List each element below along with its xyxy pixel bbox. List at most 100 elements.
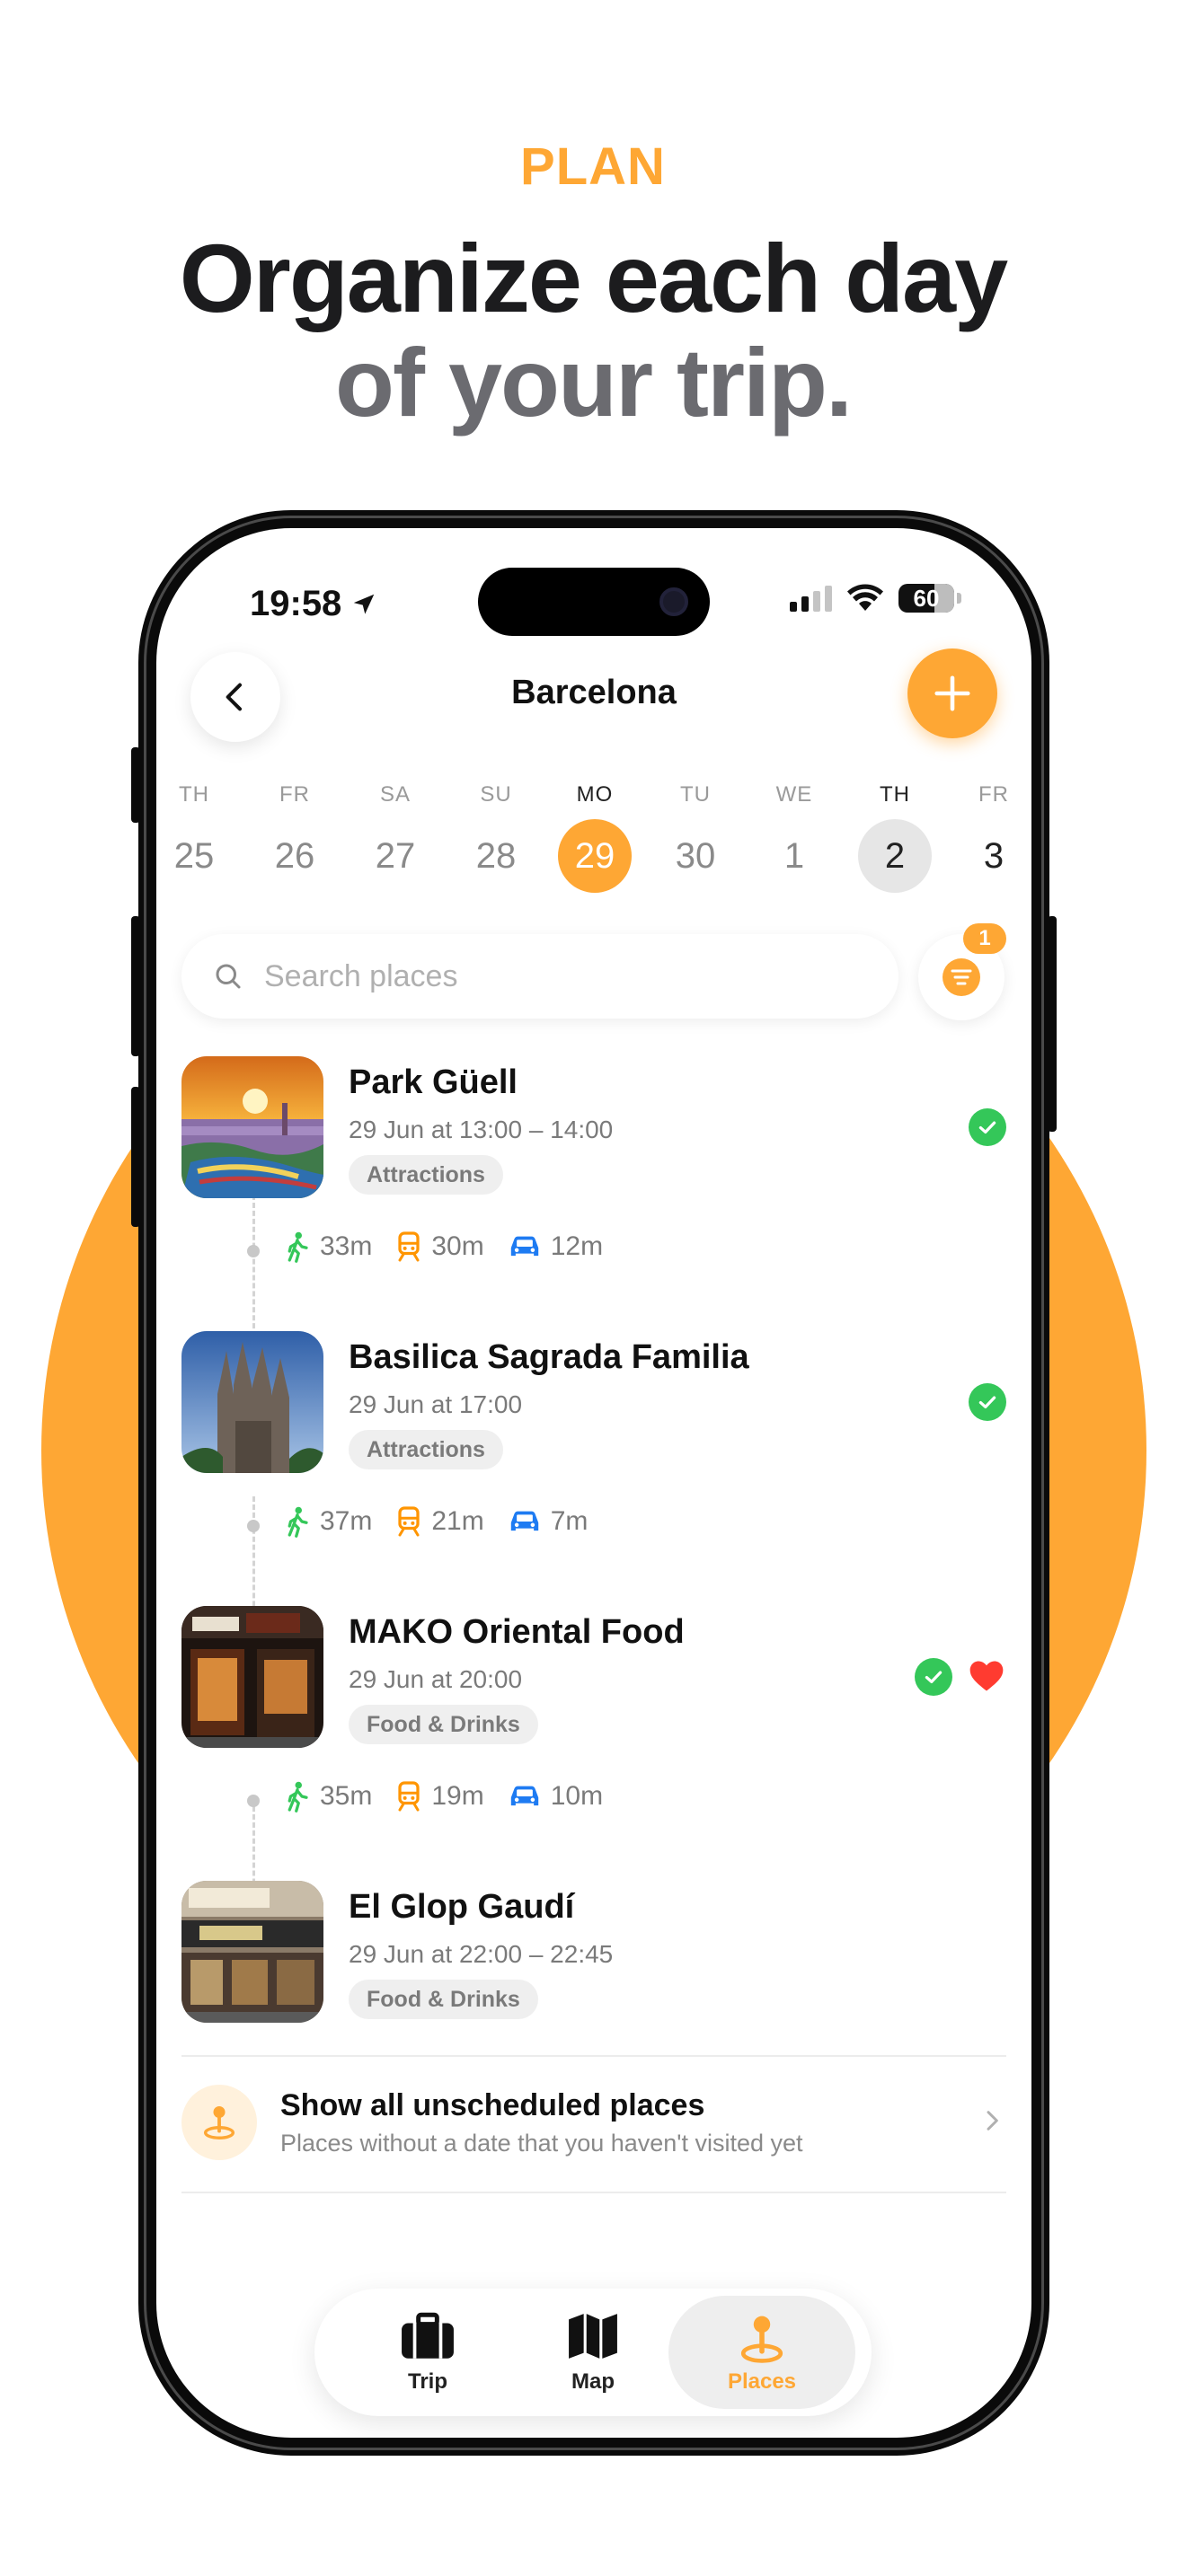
day-number: 29 bbox=[558, 819, 632, 893]
section-divider bbox=[181, 2055, 1006, 2057]
plus-icon bbox=[934, 675, 970, 711]
day-item[interactable]: SA 27 bbox=[350, 781, 440, 893]
day-item[interactable]: FR 26 bbox=[250, 781, 340, 893]
suitcase-icon bbox=[402, 2312, 454, 2359]
day-number: 28 bbox=[475, 836, 517, 876]
visited-check-icon[interactable] bbox=[969, 1108, 1006, 1146]
walk-duration: 33m bbox=[320, 1231, 373, 1261]
transit-duration: 30m bbox=[431, 1231, 484, 1261]
place-thumbnail-sagrada-familia bbox=[181, 1331, 323, 1473]
walk-time: 37m bbox=[284, 1505, 372, 1538]
car-duration: 10m bbox=[550, 1781, 604, 1811]
camera-icon bbox=[659, 587, 688, 616]
day-item[interactable]: FR 3 bbox=[949, 781, 1031, 893]
day-item[interactable]: WE 1 bbox=[749, 781, 839, 893]
tab-map[interactable]: Map bbox=[500, 2296, 686, 2409]
place-name: MAKO Oriental Food bbox=[349, 1613, 685, 1651]
place-name: Basilica Sagrada Familia bbox=[349, 1338, 749, 1376]
car-duration: 12m bbox=[550, 1231, 604, 1261]
day-weekday: TH bbox=[880, 782, 910, 807]
day-number: 2 bbox=[858, 819, 932, 893]
search-icon bbox=[216, 964, 241, 989]
day-weekday: MO bbox=[576, 782, 614, 807]
place-time: 29 Jun at 17:00 bbox=[349, 1390, 523, 1418]
car-icon bbox=[510, 1511, 538, 1531]
day-weekday: FR bbox=[279, 782, 310, 807]
headline-line-1: Organize each day bbox=[179, 224, 1008, 332]
add-place-button[interactable] bbox=[907, 648, 997, 738]
day-weekday: SU bbox=[480, 782, 512, 807]
transit-time: 21m bbox=[395, 1505, 484, 1538]
place-card[interactable]: Basilica Sagrada Familia 29 Jun at 17:00… bbox=[181, 1331, 1006, 1475]
transit-duration: 19m bbox=[431, 1781, 484, 1811]
travel-legs: 35m 19m 10m bbox=[284, 1780, 614, 1813]
travel-times: 33m 30m 12m bbox=[181, 1223, 810, 1277]
timeline-dot bbox=[247, 1245, 260, 1257]
place-card[interactable]: MAKO Oriental Food 29 Jun at 20:00 Food … bbox=[181, 1606, 1006, 1750]
train-icon bbox=[398, 1231, 420, 1262]
day-item[interactable]: TU 30 bbox=[651, 781, 740, 893]
chevron-right-icon bbox=[987, 2111, 998, 2130]
tab-label: Places bbox=[727, 2369, 797, 2394]
app-screen: 19:58 60 Barcelona TH 25 FR 26 SA 27 SU … bbox=[156, 528, 1031, 2438]
pin-icon bbox=[203, 2105, 235, 2139]
travel-legs: 37m 21m 7m bbox=[284, 1505, 598, 1538]
day-item[interactable]: TH 25 bbox=[156, 781, 239, 893]
day-number: 1 bbox=[783, 836, 805, 876]
place-card[interactable]: El Glop Gaudí 29 Jun at 22:00 – 22:45 Fo… bbox=[181, 1881, 1006, 2025]
tab-label: Trip bbox=[407, 2369, 447, 2394]
unscheduled-places-row[interactable]: Show all unscheduled places Places witho… bbox=[181, 2069, 1006, 2176]
walk-duration: 37m bbox=[320, 1506, 373, 1536]
place-thumbnail-mako bbox=[181, 1606, 323, 1748]
favorite-heart-icon[interactable] bbox=[967, 1656, 1006, 1696]
headline: Organize each day of your trip. bbox=[0, 226, 1186, 435]
wifi-icon bbox=[847, 584, 883, 611]
car-icon bbox=[510, 1786, 538, 1806]
status-indicators: 60 bbox=[790, 584, 961, 613]
unscheduled-title: Show all unscheduled places bbox=[280, 2088, 705, 2122]
day-item-selected[interactable]: MO 29 bbox=[550, 781, 640, 893]
place-category-tag: Attractions bbox=[349, 1155, 503, 1195]
trip-title: Barcelona bbox=[511, 674, 677, 711]
tab-places[interactable]: Places bbox=[668, 2296, 855, 2409]
place-category-tag: Food & Drinks bbox=[349, 1705, 538, 1744]
timeline-dot bbox=[247, 1520, 260, 1532]
walk-time: 35m bbox=[284, 1780, 372, 1813]
place-card[interactable]: Park Güell 29 Jun at 13:00 – 14:00 Attra… bbox=[181, 1056, 1006, 1200]
battery-icon: 60 bbox=[898, 584, 961, 613]
place-name: El Glop Gaudí bbox=[349, 1888, 575, 1926]
search-input[interactable] bbox=[264, 958, 848, 994]
status-time: 19:58 bbox=[250, 584, 377, 624]
visited-check-icon[interactable] bbox=[915, 1658, 952, 1696]
travel-times: 37m 21m 7m bbox=[181, 1498, 810, 1552]
unscheduled-subtitle: Places without a date that you haven't v… bbox=[280, 2130, 803, 2157]
place-time: 29 Jun at 13:00 – 14:00 bbox=[349, 1116, 614, 1143]
car-duration: 7m bbox=[550, 1506, 589, 1536]
day-weekday: TH bbox=[179, 782, 209, 807]
unscheduled-pin-icon-badge bbox=[181, 2085, 257, 2160]
status-time-text: 19:58 bbox=[250, 584, 342, 623]
day-number: 30 bbox=[675, 836, 716, 876]
battery-level: 60 bbox=[913, 584, 940, 612]
visited-check-icon[interactable] bbox=[969, 1383, 1006, 1421]
car-icon bbox=[510, 1236, 538, 1257]
place-name: Park Güell bbox=[349, 1063, 518, 1101]
walking-icon bbox=[288, 1231, 308, 1263]
car-time: 7m bbox=[508, 1506, 589, 1537]
day-item[interactable]: SU 28 bbox=[451, 781, 541, 893]
walk-time: 33m bbox=[284, 1231, 372, 1263]
car-time: 12m bbox=[508, 1231, 603, 1262]
bottom-tab-bar: Trip Map Places bbox=[314, 2289, 872, 2416]
section-divider bbox=[181, 2192, 1006, 2193]
day-number: 3 bbox=[983, 836, 1005, 876]
train-icon bbox=[398, 1506, 420, 1537]
day-item-today[interactable]: TH 2 bbox=[850, 781, 940, 893]
transit-time: 19m bbox=[395, 1780, 484, 1813]
day-number: 25 bbox=[173, 836, 215, 876]
day-weekday: TU bbox=[680, 782, 711, 807]
filter-count-badge: 1 bbox=[963, 923, 1006, 954]
car-time: 10m bbox=[508, 1781, 603, 1812]
place-category-tag: Food & Drinks bbox=[349, 1980, 538, 2019]
train-icon bbox=[398, 1781, 420, 1812]
tab-trip[interactable]: Trip bbox=[334, 2296, 521, 2409]
